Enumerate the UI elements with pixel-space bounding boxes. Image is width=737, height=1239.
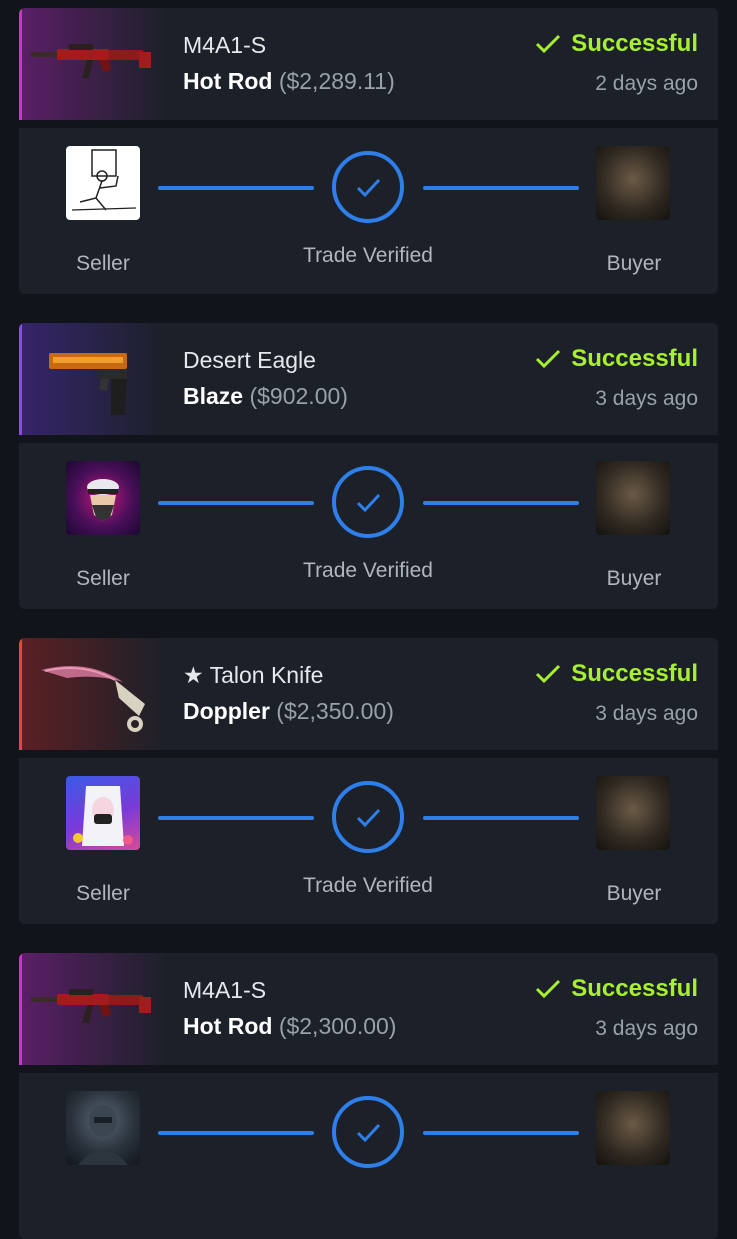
checkmark-icon	[536, 664, 561, 684]
seller-label: Seller	[76, 252, 130, 275]
status-text: Successful	[571, 30, 698, 57]
item-skin: Doppler	[183, 698, 270, 724]
item-price: ($2,289.11)	[278, 68, 395, 94]
trade-age: 2 days ago	[595, 72, 698, 95]
trade-connector-left	[158, 816, 314, 820]
status-badge: Successful	[535, 30, 698, 58]
status-badge: Successful	[535, 660, 698, 688]
item-price: ($902.00)	[249, 383, 348, 409]
m4a1s-rifle-icon	[31, 989, 151, 1023]
item-skin: Blaze	[183, 383, 244, 409]
buyer-avatar[interactable]	[596, 461, 670, 535]
status-text: Successful	[571, 660, 698, 687]
item-name: ★ Talon Knife	[183, 662, 324, 688]
trade-parties	[19, 1073, 718, 1239]
trade-card-header[interactable]: ★ Talon Knife Doppler ($2,350.00) Succes…	[19, 638, 718, 750]
checkmark-icon	[536, 349, 561, 369]
status-text: Successful	[571, 345, 698, 372]
trade-parties: Seller Trade Verified Buyer	[19, 443, 718, 609]
buyer-label: Buyer	[606, 567, 662, 590]
item-name: M4A1-S	[183, 977, 267, 1003]
seller-label: Seller	[76, 882, 130, 905]
buyer-avatar[interactable]	[596, 776, 670, 850]
trade-card-header[interactable]: M4A1-S Hot Rod ($2,289.11) Successful 2 …	[19, 8, 718, 120]
trade-verified-label: Trade Verified	[303, 559, 433, 582]
item-skin-price: Hot Rod ($2,300.00)	[183, 1013, 396, 1040]
seller-avatar[interactable]	[66, 461, 140, 535]
trade-age: 3 days ago	[595, 1017, 698, 1040]
trade-age: 3 days ago	[595, 387, 698, 410]
trade-parties: Seller Trade Verified Buyer	[19, 758, 718, 924]
seller-avatar[interactable]	[66, 146, 140, 220]
trade-connector-right	[423, 816, 579, 820]
check-circle-icon	[332, 151, 404, 223]
item-skin-price: Doppler ($2,350.00)	[183, 698, 394, 725]
trade-connector-right	[423, 501, 579, 505]
item-price: ($2,300.00)	[278, 1013, 397, 1039]
buyer-avatar[interactable]	[596, 1091, 670, 1165]
trade-connector-right	[423, 1131, 579, 1135]
anime-character-avatar-image	[73, 786, 133, 846]
item-skin: Hot Rod	[183, 68, 273, 94]
item-skin: Hot Rod	[183, 1013, 273, 1039]
armored-soldier-avatar-image	[78, 1105, 128, 1165]
buyer-avatar[interactable]	[596, 146, 670, 220]
check-circle-icon	[332, 1096, 404, 1168]
buyer-label: Buyer	[606, 882, 662, 905]
status-text: Successful	[571, 975, 698, 1002]
talon-knife-icon	[41, 666, 145, 732]
check-circle-icon	[332, 781, 404, 853]
status-badge: Successful	[535, 345, 698, 373]
trade-connector-right	[423, 186, 579, 190]
trade-connector-left	[158, 186, 314, 190]
buyer-label: Buyer	[606, 252, 662, 275]
stick-figure-avatar-image	[71, 149, 137, 211]
checkmark-icon	[536, 34, 561, 54]
seller-label: Seller	[76, 567, 130, 590]
check-circle-icon	[332, 466, 404, 538]
trade-parties: Seller Trade Verified Buyer	[19, 128, 718, 294]
trade-card-header[interactable]: M4A1-S Hot Rod ($2,300.00) Successful 3 …	[19, 953, 718, 1065]
item-name: M4A1-S	[183, 32, 267, 58]
m4a1s-rifle-icon	[31, 44, 151, 78]
trade-verified-label: Trade Verified	[303, 244, 433, 267]
seller-avatar[interactable]	[66, 776, 140, 850]
masked-character-avatar-image	[87, 479, 119, 521]
trade-age: 3 days ago	[595, 702, 698, 725]
item-name: Desert Eagle	[183, 347, 316, 373]
status-badge: Successful	[535, 975, 698, 1003]
trade-connector-left	[158, 1131, 314, 1135]
trade-card-header[interactable]: Desert Eagle Blaze ($902.00) Successful …	[19, 323, 718, 435]
trade-connector-left	[158, 501, 314, 505]
seller-avatar[interactable]	[66, 1091, 140, 1165]
item-price: ($2,350.00)	[276, 698, 394, 724]
item-skin-price: Hot Rod ($2,289.11)	[183, 68, 395, 95]
checkmark-icon	[536, 979, 561, 999]
trade-verified-label: Trade Verified	[303, 874, 433, 897]
item-skin-price: Blaze ($902.00)	[183, 383, 348, 410]
desert-eagle-pistol-icon	[49, 353, 127, 415]
